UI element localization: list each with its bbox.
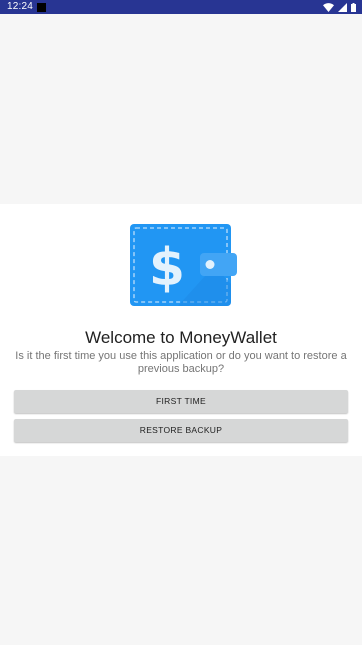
svg-text:$: $: [149, 238, 185, 298]
wifi-icon: [323, 2, 334, 12]
status-icons: [323, 2, 356, 12]
top-background: [0, 14, 362, 204]
welcome-card: $ Welcome to MoneyWallet Is it the first…: [0, 204, 362, 456]
bottom-background: [0, 456, 362, 645]
restore-backup-button[interactable]: RESTORE BACKUP: [14, 419, 348, 442]
status-bar: 12:24: [0, 0, 362, 14]
welcome-title: Welcome to MoneyWallet: [85, 328, 277, 347]
wallet-dollar-icon: $: [130, 224, 237, 306]
cell-signal-icon: [338, 2, 347, 12]
welcome-subtitle: Is it the first time you use this applic…: [15, 350, 347, 375]
status-time: 12:24: [7, 1, 34, 12]
notification-square-icon: [37, 3, 46, 12]
first-time-button[interactable]: FIRST TIME: [14, 390, 348, 413]
battery-icon: [351, 2, 356, 12]
